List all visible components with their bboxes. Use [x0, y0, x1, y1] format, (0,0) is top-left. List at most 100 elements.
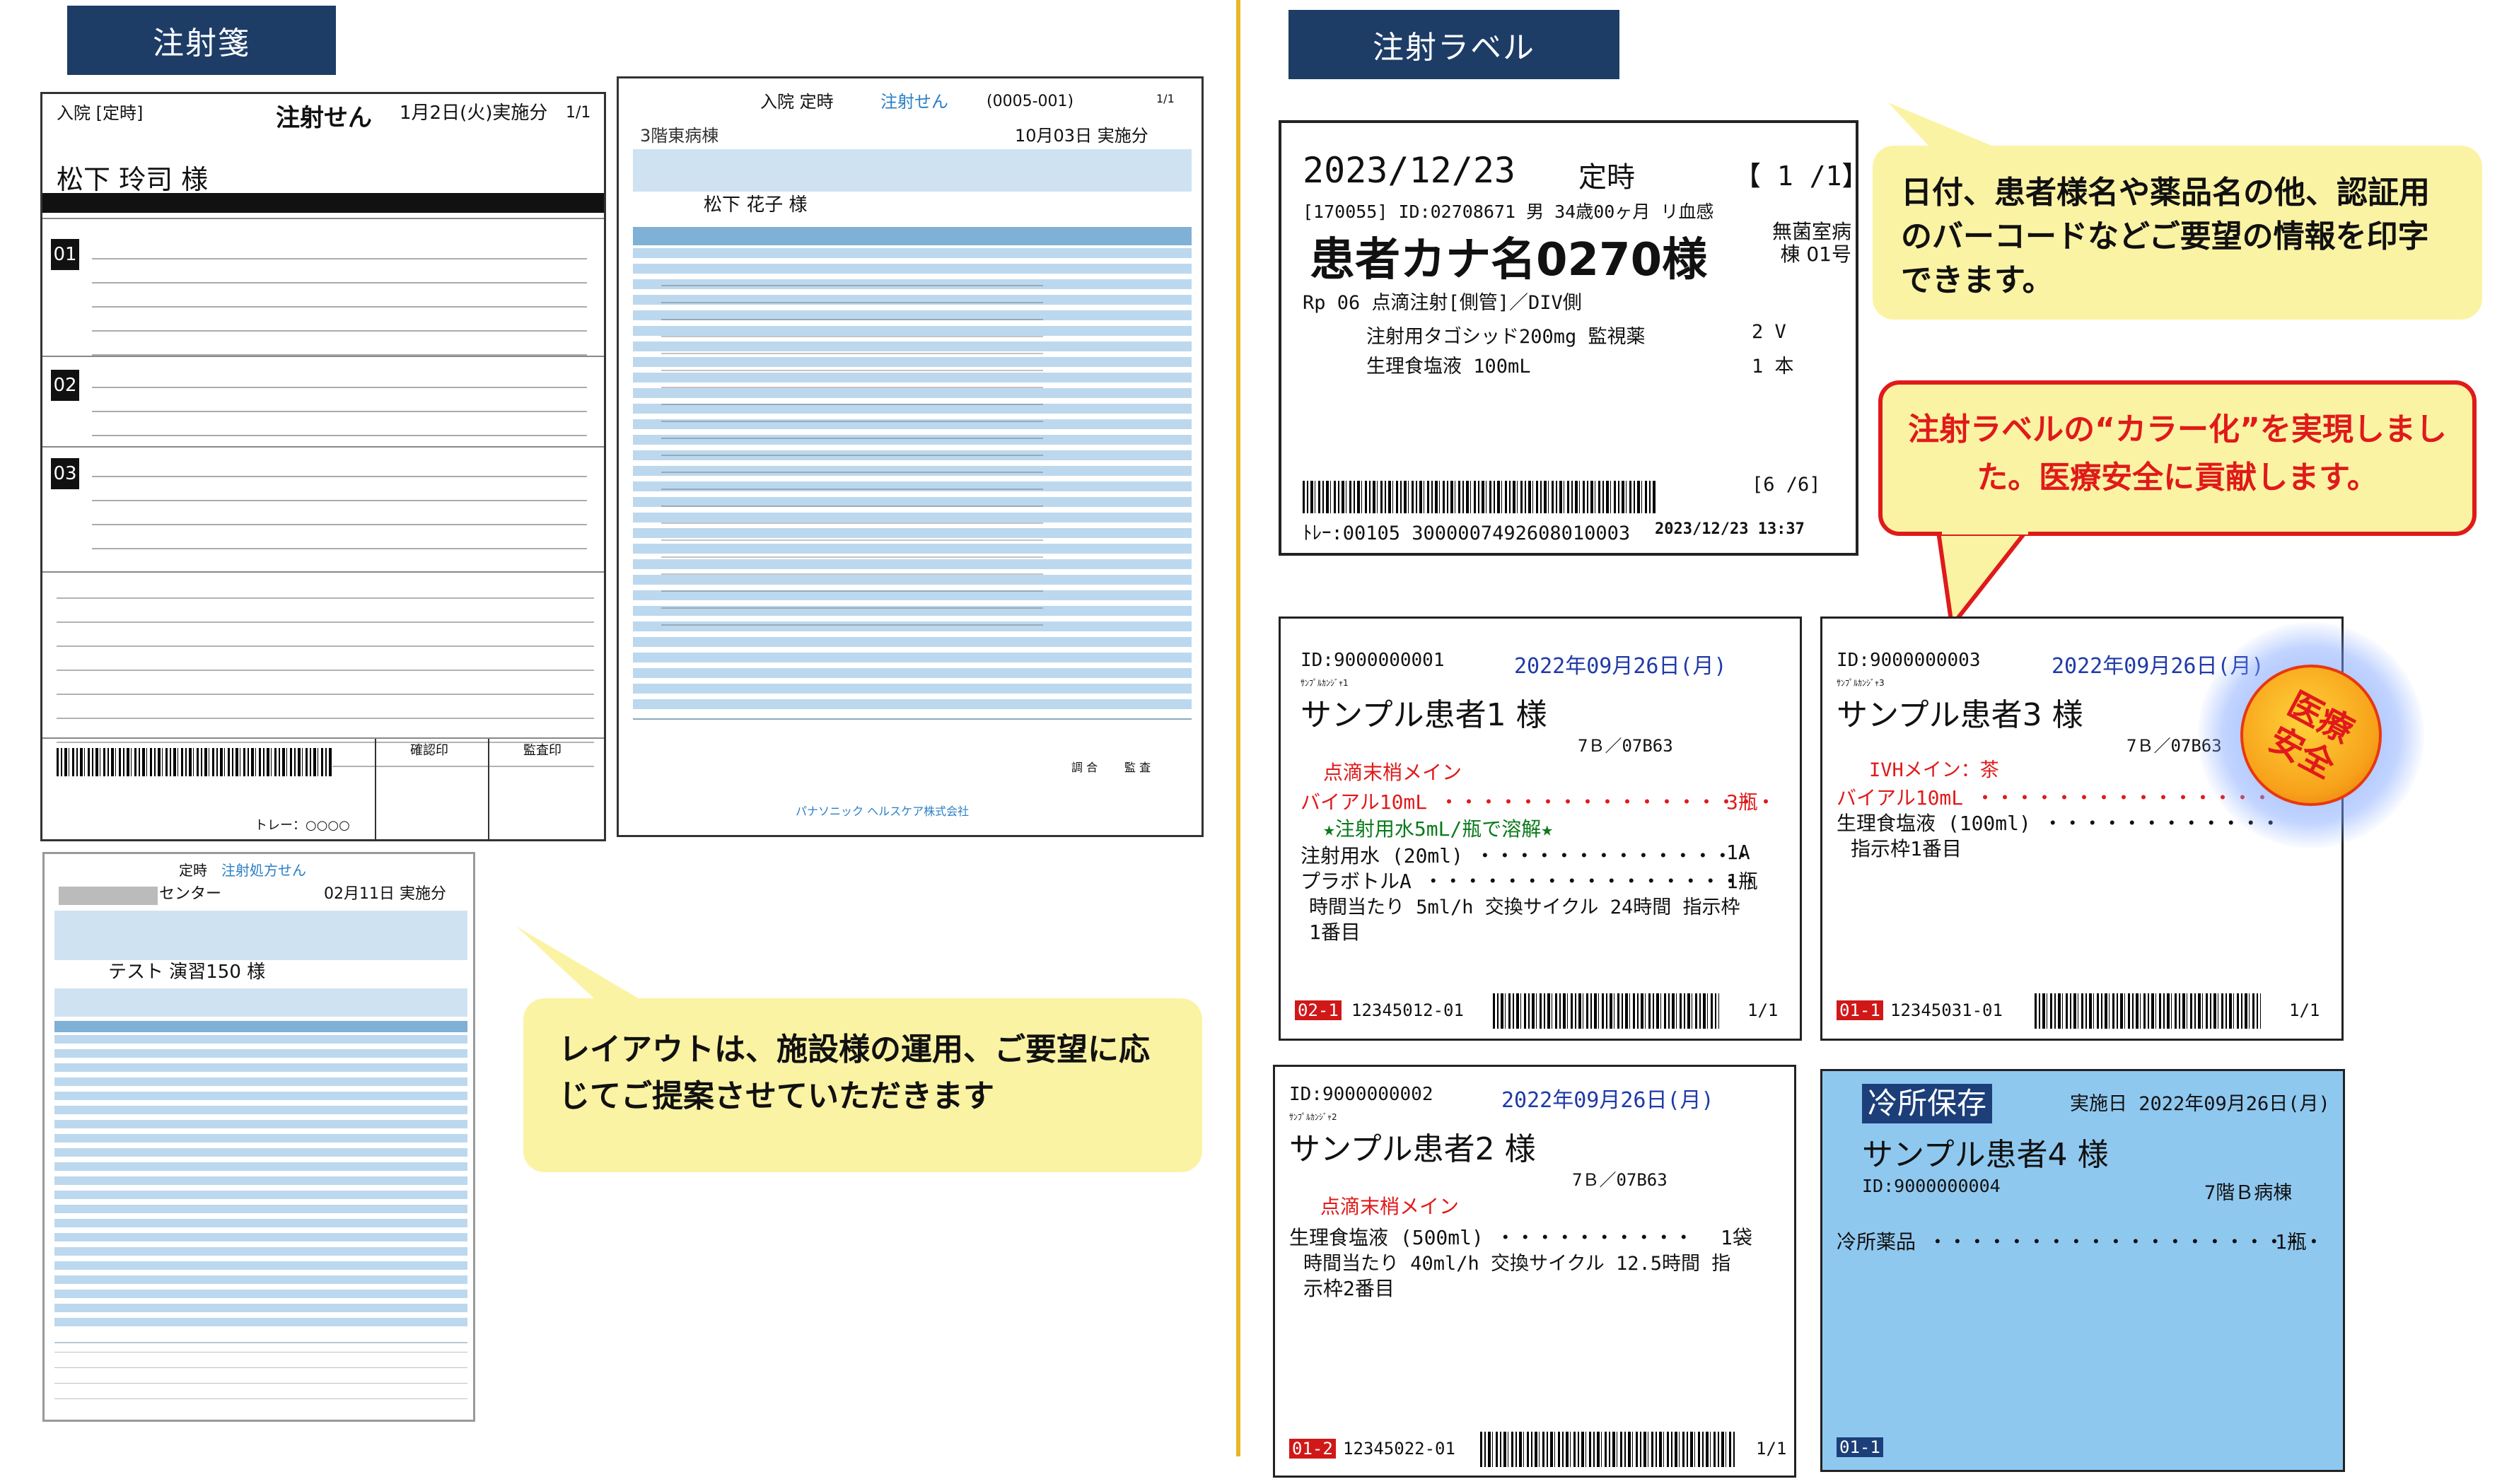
label3-code: 12345031-01 [1890, 1000, 2003, 1020]
label-top-count: [6 /6] [1752, 474, 1821, 496]
rx3-header: 定時 [179, 862, 207, 879]
rx3-column-band [54, 1021, 467, 1032]
rx3-body-rows [54, 1035, 467, 1332]
label3-barcode [2035, 993, 2261, 1029]
label2-id: ID:9000000002 [1289, 1084, 1433, 1105]
label-top: 2023/12/23 定時 【 1 /1】 [170055] ID:027086… [1279, 120, 1858, 556]
label-top-rp: Rp 06 点滴注射[側管]／DIV側 [1303, 292, 1582, 314]
label3-kana: ｻﾝﾌﾟﾙｶﾝｼﾞｬ3 [1837, 678, 1885, 688]
label1-date: 2022年09月26日(月) [1514, 654, 1727, 679]
label2-date: 2022年09月26日(月) [1501, 1088, 1714, 1113]
label1-line1-qty: 3瓶 [1726, 790, 1758, 814]
rx1-date: 1月2日(火)実施分 [400, 103, 548, 124]
label-top-footer: ﾄﾚｰ:00105 3000007492608010003 [1303, 522, 1631, 544]
label1-line1: バイアル10mL ・・・・・・・・・・・・・・・・・ [1301, 790, 1776, 814]
rx1-barcode [57, 748, 332, 776]
label-top-ward: 無菌室病棟 01号 [1771, 220, 1851, 266]
rx1-header-left: 入院 [定時] [57, 103, 144, 123]
callout-color-label-text: 注射ラベルの“カラー化”を実現しました。医療安全に貢献します。 [1908, 411, 2447, 496]
rx2-date: 10月03日 実施分 [1015, 126, 1148, 146]
label-top-name: 患者カナ名0270様 [1310, 234, 1708, 286]
callout-color-tail [1936, 525, 2032, 628]
label-top-drug1-qty: 2 V [1752, 321, 1786, 343]
label4-id: ID:9000000004 [1862, 1176, 2001, 1196]
label3-id: ID:9000000003 [1837, 650, 1981, 671]
rx3-subinfo [54, 988, 467, 1017]
rx3-title: 注射処方せん [221, 862, 306, 879]
rx2-page: 1/1 [1156, 92, 1175, 105]
rx1-block-03: 03 [51, 458, 79, 489]
rx2-column-band [633, 227, 1192, 245]
safety-badge-text: 医療安全 [2262, 684, 2360, 786]
label3-page: 1/1 [2289, 1000, 2320, 1020]
rx1-footer-tray: トレー：○○○○ [255, 818, 350, 833]
section-title-label: 注射ラベル [1288, 10, 1619, 79]
label2-kana: ｻﾝﾌﾟﾙｶﾝｼﾞｬ2 [1289, 1112, 1337, 1122]
label3-tag: 01-1 [1837, 1000, 1883, 1020]
label3-line3: 指示枠1番目 [1851, 837, 1962, 860]
label2-tag: 01-2 [1289, 1439, 1336, 1459]
label3-name: サンプル患者3 様 [1837, 697, 2083, 733]
callout-layout: レイアウトは、施設様の運用、ご要望に応じてご提案させていただきます [523, 998, 1202, 1172]
rx1-column-band [42, 193, 604, 213]
label-top-barcode [1303, 481, 1656, 513]
label1-line3-qty: 1A [1726, 841, 1750, 864]
label1-barcode [1493, 993, 1719, 1029]
label3-line2: 生理食塩液 (100ml) ・・・・・・・・・・・・ [1837, 812, 2281, 835]
label4-line1: 冷所薬品 ・・・・・・・・・・・・・・・・・・・・ [1837, 1230, 2324, 1254]
rx2-footer-company: パナソニック ヘルスケア株式会社 [796, 805, 970, 818]
label4-tag: 01-1 [1837, 1437, 1883, 1457]
label2-name: サンプル患者2 様 [1289, 1131, 1536, 1167]
label4-line1-qty: 1瓶 [2275, 1230, 2307, 1254]
label1-id: ID:9000000001 [1301, 650, 1445, 671]
label1-page: 1/1 [1747, 1000, 1779, 1020]
rx2-footer-col-audit: 監 査 [1124, 761, 1151, 774]
label2-code: 12345022-01 [1343, 1439, 1455, 1459]
label2-line2: 時間当たり 40ml/h 交換サイクル 12.5時間 指 [1303, 1253, 1731, 1275]
label-top-drug2-qty: 1 本 [1752, 356, 1794, 378]
label-top-schedule: 定時 [1578, 161, 1635, 194]
label-patient-1: ID:9000000001 2022年09月26日(月) ｻﾝﾌﾟﾙｶﾝｼﾞｬ1… [1279, 617, 1802, 1041]
rx3-info-grid [54, 911, 467, 960]
rx1-block-03-lines [92, 460, 587, 566]
label-top-footer-datetime: 2023/12/23 13:37 [1655, 520, 1805, 538]
rx2-title: 注射せん [880, 92, 948, 112]
label-top-page: 【 1 /1】 [1734, 160, 1858, 192]
label-top-info: [170055] ID:02708671 男 34歳00ヶ月 リ血感 [1303, 201, 1714, 222]
label3-route: IVHメイン：茶 [1869, 759, 1999, 781]
callout-print-info: 日付、患者様名や薬品名の他、認証用のバーコードなどご要望の情報を印字できます。 [1873, 146, 2482, 320]
label1-code: 12345012-01 [1351, 1000, 1464, 1020]
label1-line3: 注射用水 (20ml) ・・・・・・・・・・・・・・ [1301, 844, 1752, 867]
rx2-info-grid [633, 149, 1192, 192]
label1-route: 点滴末梢メイン [1323, 761, 1462, 784]
rx1-block-02: 02 [51, 370, 79, 401]
rx1-block-01: 01 [51, 239, 79, 270]
label1-kana: ｻﾝﾌﾟﾙｶﾝｼﾞｬ1 [1301, 678, 1349, 688]
label4-date: 実施日 2022年09月26日(月) [2070, 1093, 2330, 1115]
section-title-prescription: 注射箋 [67, 6, 336, 75]
label-patient-2: ID:9000000002 2022年09月26日(月) ｻﾝﾌﾟﾙｶﾝｼﾞｬ2… [1273, 1065, 1796, 1478]
rx3-footer-area [54, 1342, 467, 1413]
label-top-drug1: 注射用タゴシッド200mg 監視薬 [1366, 326, 1646, 348]
label2-barcode [1480, 1432, 1735, 1467]
label2-line3: 示枠2番目 [1303, 1277, 1395, 1300]
label1-ward: 7Ｂ／07B63 [1578, 736, 1673, 756]
rx2-ward: 3階東病棟 [640, 126, 719, 146]
rx1-block-01-lines [92, 243, 587, 356]
label-patient-4: 冷所保存 実施日 2022年09月26日(月) サンプル患者4 様 ID:900… [1820, 1069, 2345, 1472]
vertical-divider [1236, 0, 1240, 1456]
safety-badge: 医療安全 [2240, 665, 2382, 806]
label1-line6: 1番目 [1309, 921, 1361, 944]
label1-line4: プラボトルA ・・・・・・・・・・・・・・・・・ [1301, 870, 1760, 893]
label2-route: 点滴末梢メイン [1320, 1195, 1460, 1218]
label2-line1: 生理食塩液 (500ml) ・・・・・・・・・・ [1289, 1226, 1694, 1249]
label1-line4-qty: 1瓶 [1726, 870, 1758, 893]
label2-page: 1/1 [1756, 1439, 1787, 1459]
label1-line5: 時間当たり 5ml/h 交換サイクル 24時間 指示枠 [1309, 896, 1740, 918]
callout-layout-text: レイアウトは、施設様の運用、ご要望に応じてご提案させていただきます [559, 1032, 1150, 1114]
label1-line2: ★注射用水5mL/瓶で溶解★ [1323, 817, 1554, 841]
label1-tag: 02-1 [1295, 1000, 1342, 1020]
rx2-patient-name: 松下 花子 様 [704, 194, 808, 216]
callout-color-tail-cover [1942, 525, 2028, 534]
label4-ward: 7階Ｂ病棟 [2204, 1182, 2293, 1204]
